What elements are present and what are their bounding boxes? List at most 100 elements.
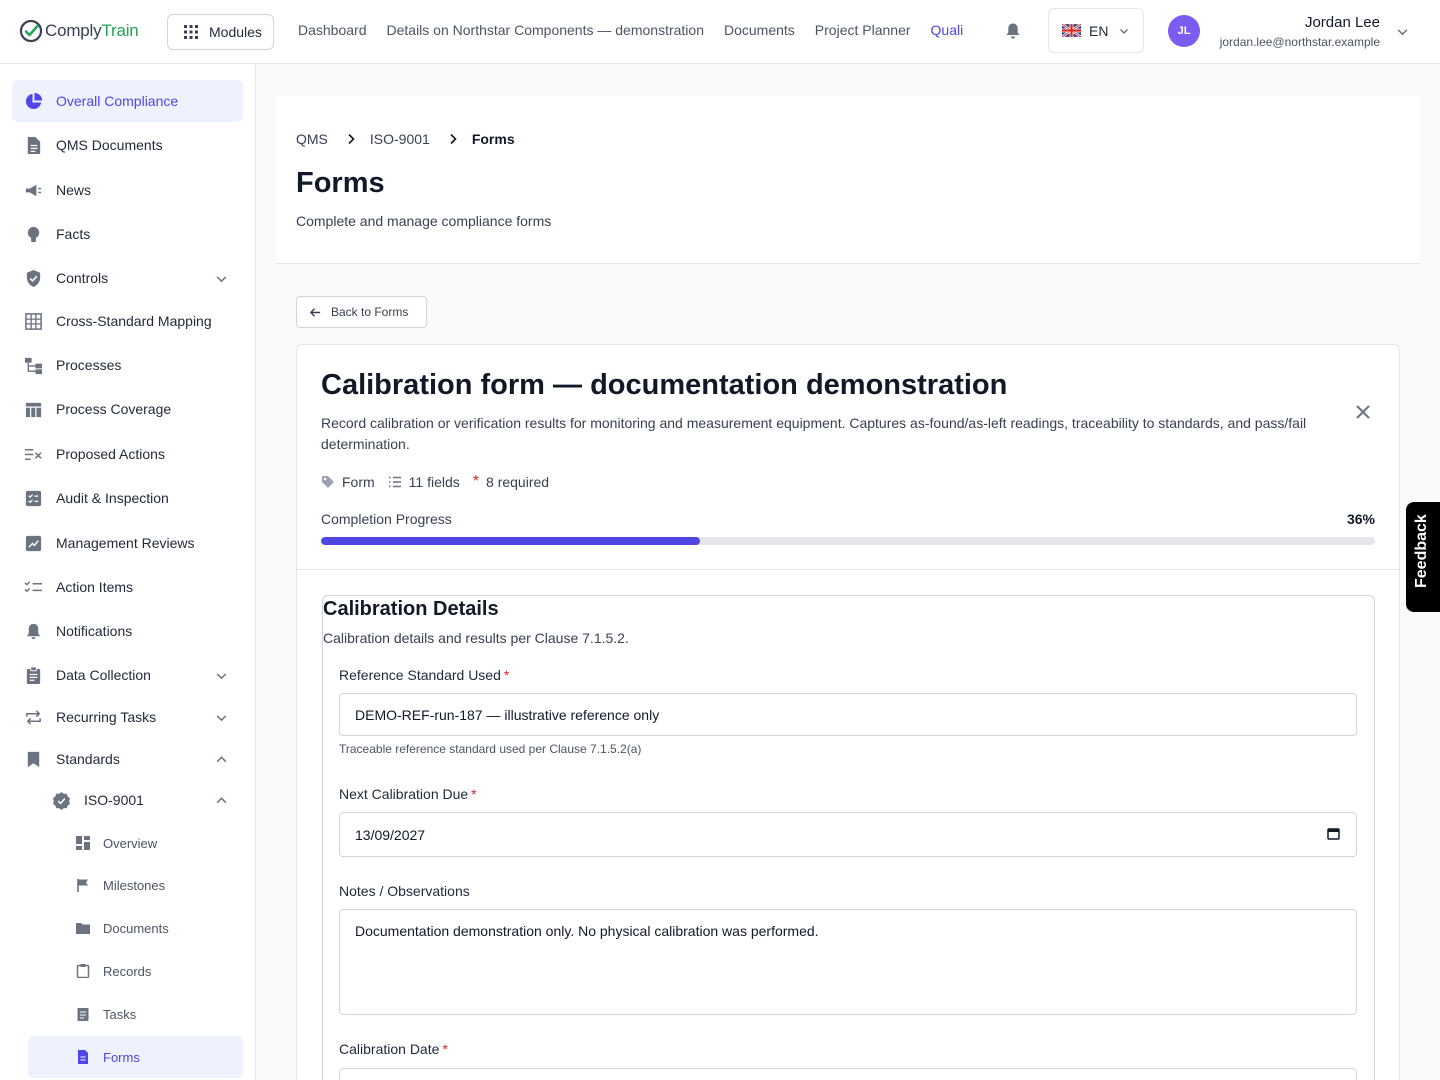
progress-bar xyxy=(321,537,1375,545)
logo-check-icon xyxy=(19,19,43,43)
section-description: Calibration details and results per Clau… xyxy=(323,630,629,646)
next-calibration-due-value: 13/09/2027 xyxy=(355,826,426,843)
sidebar-item-management-reviews[interactable]: Management Reviews xyxy=(12,522,243,564)
progress-label: Completion Progress xyxy=(321,511,452,527)
section-title: Calibration Details xyxy=(323,598,499,620)
modules-button[interactable]: Modules xyxy=(167,14,274,50)
user-email: jordan.lee@northstar.example xyxy=(1219,35,1380,49)
sidebar-item-cross-standard-mapping[interactable]: Cross-Standard Mapping xyxy=(12,300,243,342)
sidebar-item-label: Audit & Inspection xyxy=(56,490,169,506)
dashboard-icon xyxy=(76,836,90,850)
sidebar-item-action-items[interactable]: Action Items xyxy=(12,566,243,608)
sidebar-item-label: Management Reviews xyxy=(56,535,195,551)
sidebar-item-qms-documents[interactable]: QMS Documents xyxy=(12,124,243,166)
divider xyxy=(297,569,1399,570)
breadcrumb-iso-9001[interactable]: ISO-9001 xyxy=(370,131,430,147)
modules-label: Modules xyxy=(209,24,262,40)
required-asterisk: * xyxy=(442,1041,448,1057)
topnav-documents[interactable]: Documents xyxy=(724,22,795,38)
topnav-project-planner[interactable]: Project Planner xyxy=(815,22,911,38)
list-check-icon xyxy=(24,580,43,592)
sidebar-item-standards[interactable]: Standards xyxy=(12,738,243,780)
breadcrumb-forms: Forms xyxy=(471,131,515,147)
sidebar-item-label: ISO-9001 xyxy=(84,792,144,808)
back-to-forms-button[interactable]: Back to Forms xyxy=(296,296,427,328)
sidebar-item-facts[interactable]: Facts xyxy=(12,213,243,255)
user-avatar[interactable]: JL xyxy=(1168,15,1200,47)
reference-standard-label: Reference Standard Used * xyxy=(339,667,509,683)
page-title: Forms xyxy=(296,167,385,199)
sidebar-item-notifications[interactable]: Notifications xyxy=(12,610,243,652)
folder-icon xyxy=(76,923,90,934)
calibration-date-label: Calibration Date * xyxy=(339,1041,448,1057)
close-icon[interactable] xyxy=(1355,404,1371,420)
form-required-count: * 8 required xyxy=(473,473,549,491)
sidebar-item-documents[interactable]: Documents xyxy=(28,907,243,949)
reference-standard-value: DEMO-REF-run-187 — illustrative referenc… xyxy=(355,706,660,723)
topnav-details[interactable]: Details on Northstar Components — demons… xyxy=(387,22,704,38)
language-selector[interactable]: EN xyxy=(1048,8,1144,53)
lightbulb-icon xyxy=(27,226,40,242)
topnav-quali[interactable]: Quali xyxy=(931,22,964,38)
language-code: EN xyxy=(1089,22,1109,39)
pie-chart-icon xyxy=(25,92,43,109)
sidebar-item-data-collection[interactable]: Data Collection xyxy=(12,654,243,696)
feedback-tab[interactable]: Feedback xyxy=(1406,502,1440,612)
uk-flag-icon xyxy=(1062,24,1081,37)
sidebar-item-milestones[interactable]: Milestones xyxy=(28,864,243,906)
top-navigation: Dashboard Details on Northstar Component… xyxy=(298,22,983,38)
sidebar-item-overall-compliance[interactable]: Overall Compliance xyxy=(12,80,243,122)
sidebar-item-label: Notifications xyxy=(56,623,133,639)
sidebar-item-label: Processes xyxy=(56,357,122,373)
notes-textarea[interactable]: Documentation demonstration only. No phy… xyxy=(339,909,1357,1015)
calibration-date-input[interactable] xyxy=(339,1068,1357,1080)
calendar-icon[interactable] xyxy=(1327,827,1340,840)
sidebar-item-news[interactable]: News xyxy=(12,169,243,211)
notes-value: Documentation demonstration only. No phy… xyxy=(355,923,819,939)
logo-text-train: Train xyxy=(101,21,139,40)
bell-icon xyxy=(26,623,41,639)
form-fields-label: 11 fields xyxy=(408,474,460,490)
sidebar-item-proposed-actions[interactable]: Proposed Actions xyxy=(12,433,243,475)
sidebar-item-controls[interactable]: Controls xyxy=(12,257,243,299)
sidebar-item-records[interactable]: Records xyxy=(28,950,243,992)
logo-text-comply: Comply xyxy=(45,21,102,40)
sidebar-item-iso-9001[interactable]: ISO-9001 xyxy=(40,779,243,821)
bell-icon[interactable] xyxy=(1005,22,1021,40)
reference-standard-input[interactable]: DEMO-REF-run-187 — illustrative referenc… xyxy=(339,693,1357,736)
clipboard-icon xyxy=(76,964,90,978)
next-calibration-due-label: Next Calibration Due * xyxy=(339,786,477,802)
sidebar-item-processes[interactable]: Processes xyxy=(12,344,243,386)
progress-fill xyxy=(321,537,701,545)
topnav-dashboard[interactable]: Dashboard xyxy=(298,22,367,38)
chevron-up-icon xyxy=(216,755,227,762)
sidebar-item-audit-inspection[interactable]: Audit & Inspection xyxy=(12,477,243,519)
sidebar-item-label: Overview xyxy=(103,835,158,851)
document-icon xyxy=(27,136,41,154)
badge-check-icon xyxy=(52,791,71,810)
sidebar-item-label: Tasks xyxy=(103,1006,137,1022)
sidebar-item-label: Controls xyxy=(56,270,109,286)
back-label: Back to Forms xyxy=(331,305,409,319)
next-calibration-due-input[interactable]: 13/09/2027 xyxy=(339,812,1357,857)
form-meta: Form 11 fields * 8 required xyxy=(321,473,562,491)
table-icon xyxy=(25,402,42,417)
user-name: Jordan Lee xyxy=(1304,14,1380,31)
breadcrumb-qms[interactable]: QMS xyxy=(296,131,328,147)
sidebar-item-forms[interactable]: Forms xyxy=(28,1036,243,1078)
app-logo[interactable]: Comply Train xyxy=(19,18,139,44)
sidebar-item-label: Facts xyxy=(56,226,91,242)
sidebar-item-process-coverage[interactable]: Process Coverage xyxy=(12,388,243,430)
form-title: Calibration form — documentation demonst… xyxy=(321,369,1008,401)
sidebar-item-label: Cross-Standard Mapping xyxy=(56,313,212,329)
sidebar-item-tasks[interactable]: Tasks xyxy=(28,993,243,1035)
sidebar-item-recurring-tasks[interactable]: Recurring Tasks xyxy=(12,696,243,738)
sidebar-item-overview[interactable]: Overview xyxy=(28,822,243,864)
next-calibration-due-label-text: Next Calibration Due xyxy=(339,786,469,802)
flow-icon xyxy=(24,357,43,374)
shield-icon xyxy=(26,269,41,287)
sidebar-item-label: Milestones xyxy=(103,877,166,893)
user-menu-chevron-icon[interactable] xyxy=(1396,25,1409,38)
sidebar-item-label: Action Items xyxy=(56,579,134,595)
sidebar-item-label: Forms xyxy=(103,1049,140,1065)
